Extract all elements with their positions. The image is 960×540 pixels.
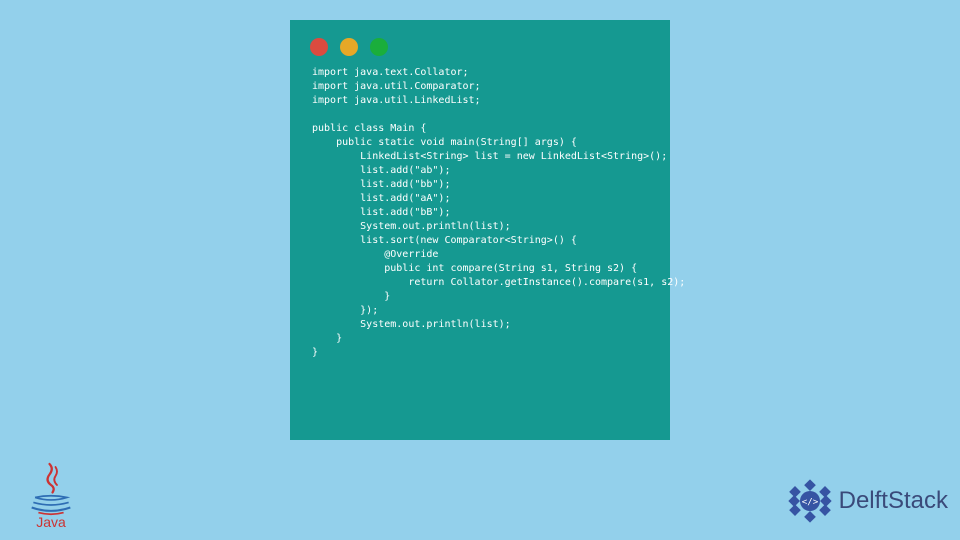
minimize-icon — [340, 38, 358, 56]
java-logo: Java — [20, 452, 82, 530]
java-cup-icon — [30, 494, 72, 516]
svg-text:</>: </> — [801, 496, 818, 507]
delftstack-logo: </> DelftStack — [785, 476, 948, 526]
java-logo-text: Java — [36, 514, 66, 530]
window-traffic-lights — [304, 34, 656, 66]
code-window: import java.text.Collator; import java.u… — [290, 20, 670, 440]
code-block: import java.text.Collator; import java.u… — [304, 66, 656, 360]
delftstack-logo-text: DelftStack — [839, 487, 948, 515]
delftstack-icon: </> — [785, 476, 835, 526]
maximize-icon — [370, 38, 388, 56]
close-icon — [310, 38, 328, 56]
java-steam-icon — [36, 462, 66, 496]
